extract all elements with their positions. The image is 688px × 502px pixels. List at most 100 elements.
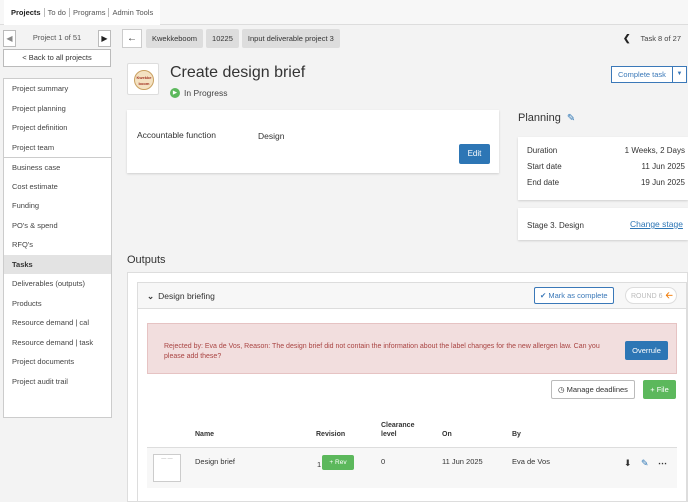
planning-row: Start date 11 Jun 2025 [527, 162, 685, 171]
page-title: Create design brief [170, 64, 306, 81]
arrow-left-icon[interactable]: ← [122, 29, 142, 48]
tab-to-do[interactable]: To do [45, 8, 70, 17]
complete-task-control: Complete task ▼ [611, 66, 687, 83]
column-header-name: Name [195, 431, 215, 438]
sidebar-item-cost-estimate[interactable]: Cost estimate [4, 177, 111, 197]
deliverable-title: ⌄ Design briefing [147, 291, 215, 302]
deliverable-name: Design briefing [158, 291, 215, 301]
manage-deadlines-button[interactable]: ◷ Manage deadlines [551, 380, 635, 399]
round-label: ROUND 6 [631, 293, 663, 300]
sidebar-item-project-planning[interactable]: Project planning [4, 99, 111, 119]
outputs-heading: Outputs [127, 254, 166, 266]
sidebar-item-project-audit-trail[interactable]: Project audit trail [4, 372, 111, 392]
add-file-label: File [656, 385, 669, 394]
deliverable-header[interactable]: ⌄ Design briefing ✔ Mark as complete ROUN… [138, 283, 686, 309]
project-pager-label: Project 1 of 51 [32, 33, 82, 42]
task-navigator-label: Task 8 of 27 [640, 34, 681, 43]
planning-row-value: 11 Jun 2025 [641, 162, 685, 171]
planning-row-label: Start date [527, 162, 562, 171]
overrule-button[interactable]: Overrule [625, 341, 668, 360]
planning-row: Duration 1 Weeks, 2 Days [527, 146, 685, 155]
planning-row-value: 1 Weeks, 2 Days [624, 146, 685, 155]
change-stage-link[interactable]: Change stage [630, 219, 683, 229]
stage-label: Stage 3. Design [527, 221, 584, 230]
tab-admin-tools[interactable]: Admin Tools [109, 8, 156, 17]
sidebar-item-products[interactable]: Products [4, 294, 111, 314]
sidebar-item-funding[interactable]: Funding [4, 196, 111, 216]
accountable-label: Accountable function [137, 130, 216, 140]
tab-programs[interactable]: Programs [70, 8, 110, 17]
sidebar-item-pos-spend[interactable]: PO's & spend [4, 216, 111, 236]
client-logo: Kwekke boom [127, 63, 159, 95]
pencil-icon[interactable]: ✎ [567, 113, 575, 124]
planning-row: End date 19 Jun 2025 [527, 178, 685, 187]
sidebar: ◀ Project 1 of 51 ▶ < Back to all projec… [0, 25, 115, 502]
plus-icon: + [329, 459, 334, 466]
sidebar-menu: Project summary Project planning Project… [3, 78, 112, 418]
file-thumbnail[interactable]: — — [153, 454, 181, 482]
client-logo-mark: Kwekke boom [134, 70, 154, 90]
status-label: In Progress [184, 88, 228, 98]
tab-projects[interactable]: Projects [8, 8, 45, 17]
sidebar-item-rfqs[interactable]: RFQ's [4, 235, 111, 255]
sidebar-item-resource-demand-task[interactable]: Resource demand | task [4, 333, 111, 353]
breadcrumb-project-name[interactable]: Input deliverable project 3 [241, 29, 340, 48]
back-to-projects-button[interactable]: < Back to all projects [3, 49, 111, 67]
file-name[interactable]: Design brief [195, 457, 235, 466]
top-nav-tabs: Projects To do Programs Admin Tools [4, 0, 161, 25]
complete-task-button[interactable]: Complete task [611, 66, 673, 83]
column-header-clearance: Clearance level [381, 422, 415, 438]
file-date: 11 Jun 2025 [442, 457, 483, 466]
arrow-left-icon[interactable]: 🡠 [666, 290, 673, 300]
add-file-button[interactable]: + File [643, 380, 676, 399]
sidebar-item-resource-demand-cal[interactable]: Resource demand | cal [4, 313, 111, 333]
chevron-right-icon[interactable]: ▶ [98, 30, 111, 47]
sidebar-item-business-case[interactable]: Business case [4, 157, 111, 177]
task-navigator: ❮ Task 8 of 27 [623, 33, 681, 44]
edit-button[interactable]: Edit [459, 144, 490, 164]
manage-deadlines-label: Manage deadlines [566, 385, 628, 394]
top-navigation: Projects To do Programs Admin Tools [0, 0, 688, 25]
sidebar-item-deliverables[interactable]: Deliverables (outputs) [4, 274, 111, 294]
table-row[interactable]: — — Design brief 1 + Rev 0 11 Jun 2025 E… [147, 448, 677, 488]
breadcrumb-client[interactable]: Kwekkeboom [146, 29, 204, 48]
accountable-card: Accountable function Design Edit [127, 110, 499, 173]
project-pager: ◀ Project 1 of 51 ▶ [3, 30, 111, 47]
rejection-alert: Rejected by: Eva de Vos, Reason: The des… [147, 323, 677, 374]
more-options-icon[interactable]: ⋯ [658, 458, 667, 469]
status-indicator: ▶ In Progress [170, 88, 227, 98]
plus-icon: + [650, 385, 655, 394]
file-revision: 1 [317, 460, 322, 469]
add-revision-button[interactable]: + Rev [322, 455, 354, 470]
mark-as-complete-button[interactable]: ✔ Mark as complete [534, 287, 614, 304]
file-clearance: 0 [381, 457, 386, 466]
stage-card: Stage 3. Design Change stage [518, 208, 688, 240]
planning-card: Duration 1 Weeks, 2 Days Start date 11 J… [518, 137, 688, 200]
breadcrumb-project-number[interactable]: 10225 [206, 29, 239, 48]
rejection-message: Rejected by: Eva de Vos, Reason: The des… [164, 343, 600, 360]
chevron-left-icon[interactable]: ◀ [3, 30, 16, 47]
check-icon: ✔ [540, 291, 547, 300]
sidebar-item-project-definition[interactable]: Project definition [4, 118, 111, 138]
sidebar-item-project-documents[interactable]: Project documents [4, 352, 111, 372]
chevron-left-icon[interactable]: ❮ [623, 33, 631, 43]
mark-as-complete-label: Mark as complete [548, 291, 608, 300]
chevron-down-icon[interactable]: ▼ [672, 66, 687, 83]
sidebar-item-project-summary[interactable]: Project summary [4, 79, 111, 99]
file-author: Eva de Vos [512, 457, 550, 466]
column-header-on: On [442, 431, 452, 438]
play-icon: ▶ [170, 88, 180, 98]
download-icon[interactable]: ⬇ [624, 458, 632, 469]
sidebar-item-project-team[interactable]: Project team [4, 138, 111, 158]
chevron-down-icon[interactable]: ⌄ [147, 291, 154, 301]
planning-title: Planning [518, 112, 561, 124]
accountable-value: Design [258, 131, 285, 141]
column-header-by: By [512, 431, 521, 438]
planning-row-label: Duration [527, 146, 558, 155]
clock-icon: ◷ [558, 385, 565, 394]
deliverable-panel: ⌄ Design briefing ✔ Mark as complete ROUN… [137, 282, 687, 502]
column-header-revision: Revision [316, 431, 346, 438]
sidebar-item-tasks[interactable]: Tasks [4, 254, 111, 274]
planning-row-value: 19 Jun 2025 [640, 178, 685, 187]
pencil-icon[interactable]: ✎ [641, 458, 649, 469]
